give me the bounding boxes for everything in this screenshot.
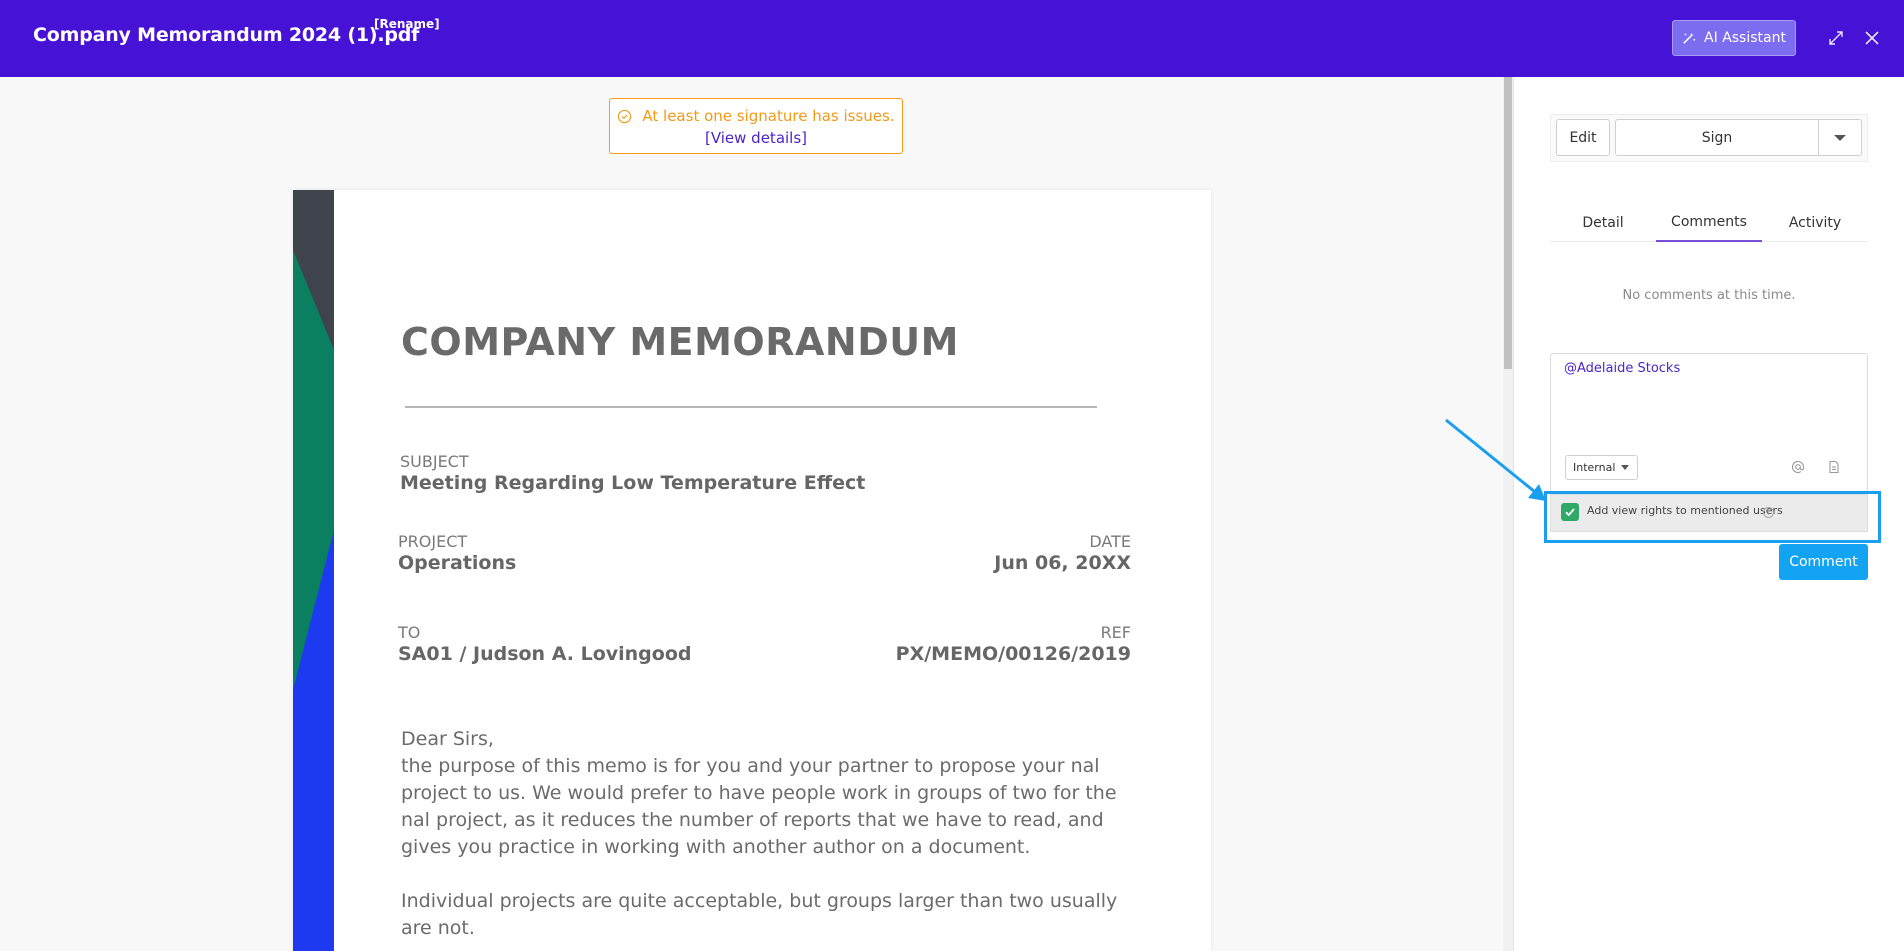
tab-detail[interactable]: Detail (1550, 204, 1656, 242)
highlight-box (1544, 491, 1881, 543)
close-icon[interactable] (1862, 28, 1882, 48)
expand-icon[interactable] (1826, 28, 1846, 48)
memo-body: Dear Sirs, the purpose of this memo is f… (401, 726, 1121, 951)
sign-button[interactable]: Sign (1615, 119, 1819, 156)
subject-label: SUBJECT (400, 452, 469, 471)
to-label: TO (398, 623, 421, 642)
date-label: DATE (1089, 532, 1131, 551)
view-details-link[interactable]: [View details] (610, 129, 902, 147)
date-value: Jun 06, 20XX (994, 552, 1131, 574)
visibility-value: Internal (1573, 461, 1616, 474)
to-value: SA01 / Judson A. Lovingood (398, 643, 692, 665)
magic-wand-icon (1683, 32, 1696, 44)
viewer-scrollbar-thumb[interactable] (1504, 77, 1512, 369)
warning-text: At least one signature has issues. (642, 107, 895, 125)
no-comments-message: No comments at this time. (1622, 288, 1796, 303)
ai-assistant-button[interactable]: AI Assistant (1672, 20, 1796, 56)
memo-title: COMPANY MEMORANDUM (401, 320, 959, 364)
sidebar-tabs: Detail Comments Activity (1550, 204, 1868, 242)
title-divider (405, 406, 1097, 408)
project-value: Operations (398, 552, 517, 574)
ref-label: REF (1100, 623, 1131, 642)
mention-tag[interactable]: @Adelaide Stocks (1564, 361, 1680, 376)
greeting: Dear Sirs, (401, 728, 494, 750)
comment-button[interactable]: Comment (1779, 544, 1868, 580)
ref-value: PX/MEMO/00126/2019 (895, 643, 1131, 665)
annotation-arrow-icon (1445, 418, 1546, 501)
paragraph-2: Individual projects are quite acceptable… (401, 890, 1118, 939)
tab-comments[interactable]: Comments (1656, 204, 1762, 242)
caret-down-icon (1621, 465, 1630, 470)
signature-warning: At least one signature has issues. [View… (609, 98, 903, 154)
app-header: Company Memorandum 2024 (1).pdf [Rename]… (0, 0, 1904, 77)
project-label: PROJECT (398, 532, 468, 551)
attach-file-icon[interactable] (1827, 459, 1841, 474)
warning-circle-icon (618, 109, 632, 123)
at-mention-icon[interactable] (1791, 459, 1805, 473)
tab-activity[interactable]: Activity (1762, 204, 1868, 242)
document-page: COMPANY MEMORANDUM SUBJECT Meeting Regar… (293, 190, 1211, 951)
subject-value: Meeting Regarding Low Temperature Effect (400, 472, 866, 494)
edit-button[interactable]: Edit (1556, 119, 1610, 156)
paragraph-1: the purpose of this memo is for you and … (401, 755, 1117, 858)
rename-link[interactable]: [Rename] (374, 17, 440, 31)
caret-down-icon (1834, 134, 1846, 141)
ai-assistant-label: AI Assistant (1704, 30, 1786, 46)
document-title: Company Memorandum 2024 (1).pdf (33, 24, 420, 46)
sign-dropdown-button[interactable] (1818, 119, 1862, 156)
visibility-select[interactable]: Internal (1565, 455, 1638, 480)
